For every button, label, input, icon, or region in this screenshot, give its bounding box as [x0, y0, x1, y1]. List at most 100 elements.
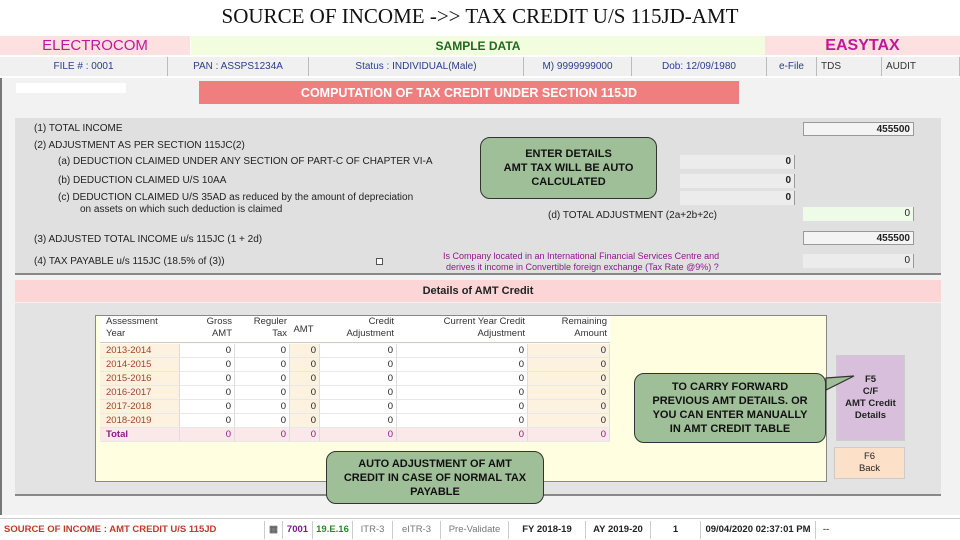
cell-amt[interactable]: 0	[290, 344, 320, 358]
status-count: 1	[651, 520, 701, 539]
cell-credit-adjustment[interactable]: 0	[320, 344, 397, 358]
eitr-button[interactable]: eITR-3	[393, 520, 441, 539]
deduction-c-field[interactable]: 0	[680, 191, 795, 205]
financial-year: FY 2018-19	[509, 520, 586, 539]
deduction-c-label-2: on assets on which such deduction is cla…	[80, 204, 283, 215]
column-header-current-year-credit-adjustment: Current Year Credit Adjustment	[397, 316, 528, 343]
cell-amt[interactable]: 0	[290, 414, 320, 428]
cell-credit-adjustment[interactable]: 0	[320, 358, 397, 372]
header-text: Remaining	[561, 316, 607, 327]
column-header-gross-amt: Gross AMT	[180, 316, 235, 343]
header-text: AMT	[211, 328, 232, 339]
total-cell-assessment-year: Total	[100, 428, 180, 442]
column-header-amt: AMT	[290, 316, 320, 343]
cell-regular-tax[interactable]: 0	[235, 414, 290, 428]
company-name: ELECTROCOM	[0, 36, 190, 55]
cell-gross-amt[interactable]: 0	[180, 372, 235, 386]
window-title: SOURCE OF INCOME ->> TAX CREDIT U/S 115J…	[221, 4, 739, 28]
total-cell-gross-amt: 0	[180, 428, 235, 442]
total-adjustment-label: (d) TOTAL ADJUSTMENT (2a+2b+2c)	[548, 210, 717, 221]
status-datetime: 09/04/2020 02:37:01 PM	[701, 520, 816, 539]
cell-current-year-credit-adjustment[interactable]: 0	[397, 414, 528, 428]
adjusted-income-label: (3) ADJUSTED TOTAL INCOME u/s 115JC (1 +…	[34, 234, 263, 245]
total-cell-credit-adjustment: 0	[320, 428, 397, 442]
total-adjustment-field: 0	[803, 207, 914, 221]
carry-forward-callout: TO CARRY FORWARD PREVIOUS AMT DETAILS. O…	[634, 373, 826, 443]
cell-current-year-credit-adjustment[interactable]: 0	[397, 372, 528, 386]
cell-remaining-amount[interactable]: 0	[528, 400, 610, 414]
header-text: Amount	[574, 328, 607, 339]
column-header-credit-adjustment: Credit Adjustment	[320, 316, 397, 343]
tax-payable-label: (4) TAX PAYABLE u/s 115JC (18.5% of (3))	[34, 256, 225, 267]
cell-amt[interactable]: 0	[290, 372, 320, 386]
header-text: Assessment	[106, 316, 158, 327]
cell-current-year-credit-adjustment[interactable]: 0	[397, 400, 528, 414]
cell-remaining-amount[interactable]: 0	[528, 372, 610, 386]
status-section: SOURCE OF INCOME : AMT CREDIT U/S 115JD	[0, 520, 265, 539]
cell-gross-amt[interactable]: 0	[180, 344, 235, 358]
ifsc-checkbox[interactable]	[376, 258, 383, 265]
status-more: --	[822, 524, 830, 535]
deduction-b-field[interactable]: 0	[680, 174, 795, 188]
status-version: 19.E.16	[313, 520, 353, 539]
cell-credit-adjustment[interactable]: 0	[320, 400, 397, 414]
header-text: Gross	[206, 316, 232, 327]
cell-current-year-credit-adjustment[interactable]: 0	[397, 386, 528, 400]
pre-validate-button[interactable]: Pre-Validate	[441, 520, 509, 539]
cell-assessment-year: 2013-2014	[100, 344, 180, 358]
deduction-a-field[interactable]: 0	[680, 155, 795, 169]
audit-label: AUDIT	[886, 61, 916, 72]
cell-assessment-year: 2014-2015	[100, 358, 180, 372]
cell-assessment-year: 2018-2019	[100, 414, 180, 428]
cell-amt[interactable]: 0	[290, 386, 320, 400]
callout-line: ENTER DETAILS	[525, 148, 612, 160]
cell-credit-adjustment[interactable]: 0	[320, 372, 397, 386]
pan-number: PAN : ASSPS1234A	[168, 57, 309, 76]
cell-current-year-credit-adjustment[interactable]: 0	[397, 358, 528, 372]
details-header: Details of AMT Credit	[15, 280, 941, 302]
cell-remaining-amount[interactable]: 0	[528, 344, 610, 358]
efile-link[interactable]: e-File	[767, 57, 817, 76]
cell-current-year-credit-adjustment[interactable]: 0	[397, 344, 528, 358]
callout-line: CREDIT IN CASE OF NORMAL TAX	[343, 471, 527, 484]
auto-adjustment-callout: AUTO ADJUSTMENT OF AMT CREDIT IN CASE OF…	[326, 451, 544, 504]
enter-details-callout: ENTER DETAILS AMT TAX WILL BE AUTO CALCU…	[480, 137, 657, 199]
cell-credit-adjustment[interactable]: 0	[320, 414, 397, 428]
cell-remaining-amount[interactable]: 0	[528, 386, 610, 400]
button-line: C/F	[862, 386, 879, 397]
total-cell-amt: 0	[290, 428, 320, 442]
button-line: Back	[858, 463, 881, 474]
cell-regular-tax[interactable]: 0	[235, 372, 290, 386]
audit-checkbox[interactable]: AUDIT	[882, 57, 960, 76]
cell-amt[interactable]: 0	[290, 358, 320, 372]
cell-gross-amt[interactable]: 0	[180, 400, 235, 414]
cell-remaining-amount[interactable]: 0	[528, 414, 610, 428]
header-text: Adjustment	[346, 328, 394, 339]
header-text: Year	[106, 328, 126, 339]
cell-regular-tax[interactable]: 0	[235, 400, 290, 414]
cell-regular-tax[interactable]: 0	[235, 386, 290, 400]
cell-amt[interactable]: 0	[290, 400, 320, 414]
cell-remaining-amount[interactable]: 0	[528, 358, 610, 372]
deduction-c-label: (c) DEDUCTION CLAIMED U/S 35AD as reduce…	[58, 192, 414, 203]
itr-button[interactable]: ITR-3	[353, 520, 393, 539]
total-income-label: (1) TOTAL INCOME	[34, 123, 123, 134]
file-number: FILE # : 0001	[0, 57, 168, 76]
cell-assessment-year: 2015-2016	[100, 372, 180, 386]
header-text: Adjustment	[477, 328, 525, 339]
cell-regular-tax[interactable]: 0	[235, 344, 290, 358]
button-line: Details	[854, 410, 887, 421]
cell-credit-adjustment[interactable]: 0	[320, 386, 397, 400]
tax-payable-field: 0	[803, 254, 914, 268]
cell-gross-amt[interactable]: 0	[180, 358, 235, 372]
f6-back-button[interactable]: F6 Back	[834, 447, 905, 479]
calculator-icon[interactable]: ▦	[265, 520, 283, 539]
cell-assessment-year: 2016-2017	[100, 386, 180, 400]
total-income-field[interactable]: 455500	[803, 122, 914, 136]
cell-gross-amt[interactable]: 0	[180, 386, 235, 400]
cell-regular-tax[interactable]: 0	[235, 358, 290, 372]
total-cell-current-year-credit-adjustment: 0	[397, 428, 528, 442]
sample-data-label: SAMPLE DATA	[191, 36, 765, 55]
cell-gross-amt[interactable]: 0	[180, 414, 235, 428]
tds-checkbox[interactable]: TDS	[817, 57, 882, 76]
